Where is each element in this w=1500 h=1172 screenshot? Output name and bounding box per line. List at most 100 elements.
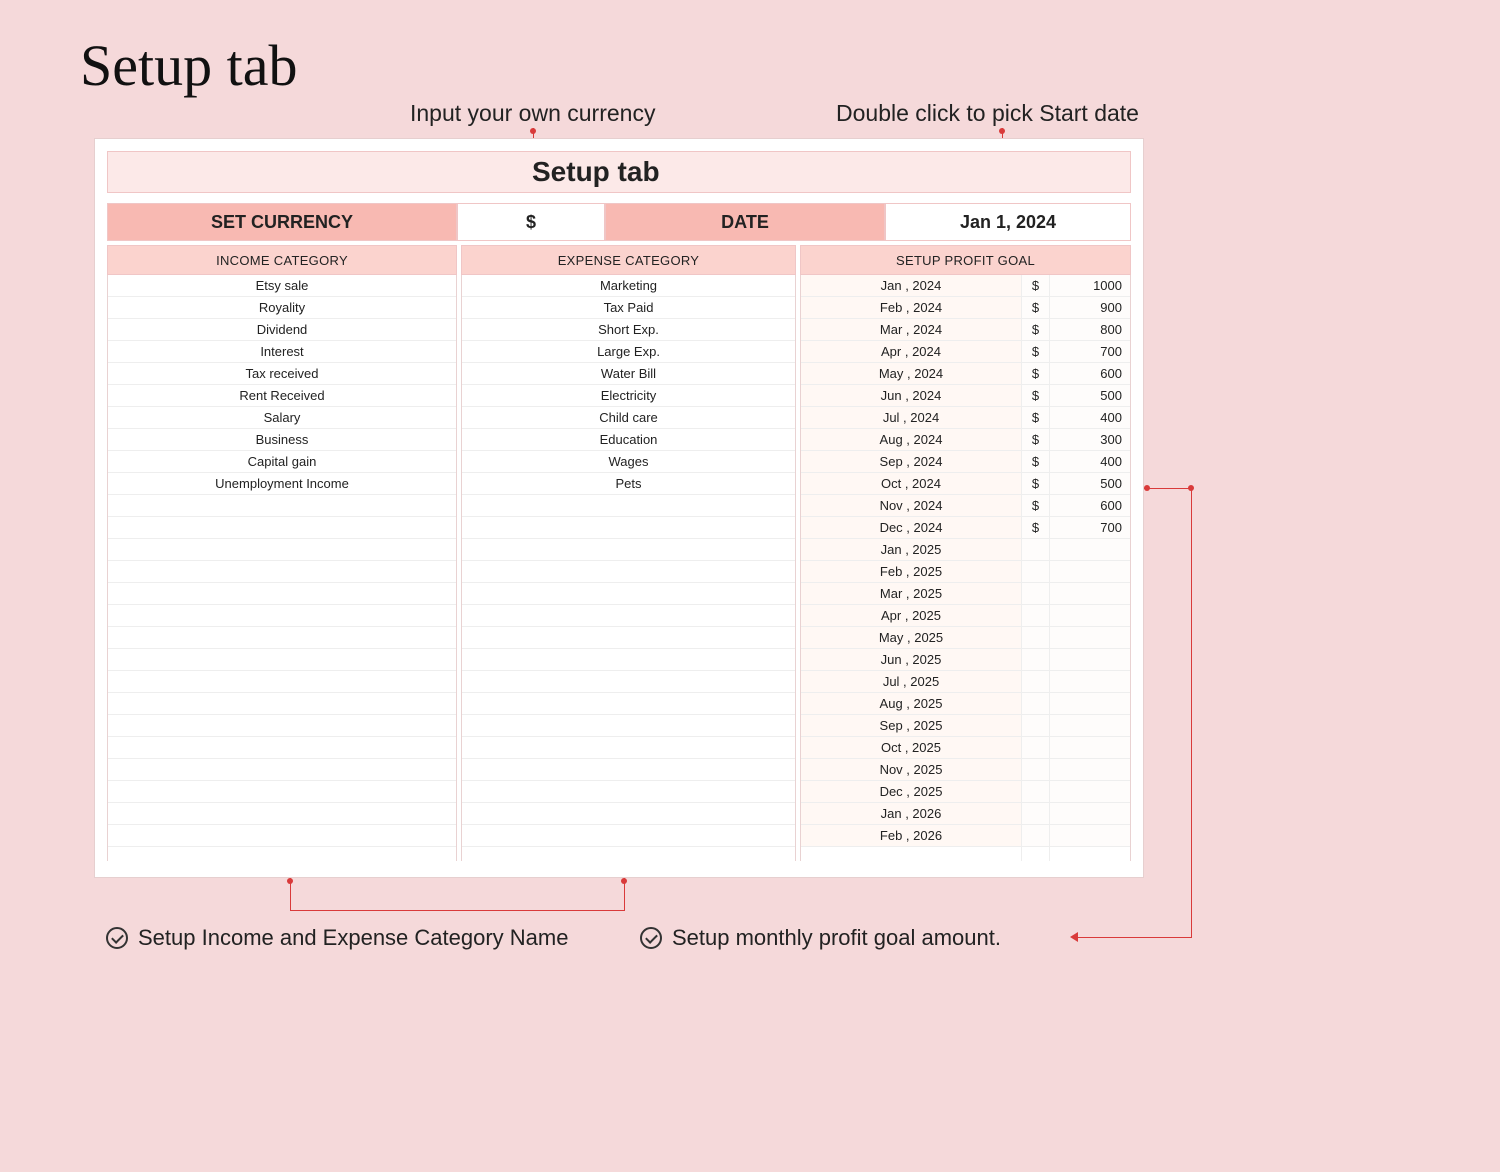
profit-value-cell[interactable] [1050,627,1130,649]
profit-value-cell[interactable] [1050,825,1130,847]
currency-input[interactable]: $ [457,203,605,241]
profit-month-cell: Jan , 2025 [801,539,1021,561]
income-category-cell[interactable] [108,583,456,605]
expense-category-cell[interactable] [462,759,795,781]
income-category-cell[interactable]: Capital gain [108,451,456,473]
income-category-cell[interactable] [108,561,456,583]
income-category-cell[interactable] [108,737,456,759]
expense-category-cell[interactable] [462,495,795,517]
income-category-cell[interactable] [108,803,456,825]
income-category-cell[interactable] [108,539,456,561]
start-date-input[interactable]: Jan 1, 2024 [885,203,1131,241]
expense-category-cell[interactable] [462,671,795,693]
expense-category-cell[interactable]: Wages [462,451,795,473]
profit-value-cell[interactable] [1050,759,1130,781]
profit-value-cell[interactable]: 1000 [1050,275,1130,297]
connector-line [1076,937,1192,938]
profit-month-cell: Feb , 2025 [801,561,1021,583]
expense-category-cell[interactable] [462,517,795,539]
profit-value-cell[interactable] [1050,803,1130,825]
profit-month-cell: Oct , 2025 [801,737,1021,759]
profit-value-cell[interactable] [1050,693,1130,715]
expense-category-cell[interactable] [462,539,795,561]
expense-category-cell[interactable] [462,649,795,671]
profit-value-cell[interactable]: 400 [1050,407,1130,429]
profit-symbol-cell: $ [1022,451,1049,473]
profit-value-cell[interactable] [1050,561,1130,583]
profit-month-cell: Jan , 2024 [801,275,1021,297]
profit-value-cell[interactable]: 300 [1050,429,1130,451]
income-category-cell[interactable] [108,759,456,781]
profit-value-cell[interactable] [1050,671,1130,693]
expense-category-cell[interactable]: Child care [462,407,795,429]
expense-category-cell[interactable]: Pets [462,473,795,495]
expense-category-cell[interactable]: Water Bill [462,363,795,385]
expense-category-cell[interactable] [462,583,795,605]
expense-category-cell[interactable] [462,627,795,649]
expense-category-cell[interactable]: Large Exp. [462,341,795,363]
profit-value-cell[interactable] [1050,737,1130,759]
profit-value-cell[interactable]: 600 [1050,363,1130,385]
profit-month-cell: Feb , 2024 [801,297,1021,319]
profit-symbol-cell [1022,715,1049,737]
profit-value-cell[interactable] [1050,781,1130,803]
profit-value-cell[interactable]: 700 [1050,517,1130,539]
income-category-cell[interactable]: Unemployment Income [108,473,456,495]
profit-symbol-cell [1022,693,1049,715]
income-category-cell[interactable] [108,671,456,693]
profit-value-cell[interactable]: 500 [1050,473,1130,495]
expense-category-cell[interactable]: Short Exp. [462,319,795,341]
expense-category-cell[interactable] [462,737,795,759]
connector-dot [1144,485,1150,491]
expense-category-cell[interactable] [462,825,795,847]
income-category-cell[interactable]: Rent Received [108,385,456,407]
check-circle-icon [106,927,128,949]
expense-category-cell[interactable] [462,561,795,583]
profit-month-cell: Feb , 2026 [801,825,1021,847]
income-category-cell[interactable] [108,627,456,649]
expense-category-cell[interactable]: Tax Paid [462,297,795,319]
profit-value-cell[interactable]: 900 [1050,297,1130,319]
income-category-cell[interactable]: Dividend [108,319,456,341]
income-category-cell[interactable]: Tax received [108,363,456,385]
income-category-cell[interactable] [108,693,456,715]
profit-symbol-cell [1022,561,1049,583]
profit-value-cell[interactable]: 700 [1050,341,1130,363]
expense-category-cell[interactable]: Electricity [462,385,795,407]
profit-value-cell[interactable] [1050,649,1130,671]
income-category-cell[interactable] [108,825,456,847]
profit-symbol-cell: $ [1022,385,1049,407]
profit-value-cell[interactable]: 800 [1050,319,1130,341]
connector-dot [530,128,536,134]
income-category-cell[interactable]: Salary [108,407,456,429]
note-profit-goal: Setup monthly profit goal amount. [640,925,1001,951]
expense-category-cell[interactable]: Education [462,429,795,451]
expense-category-cell[interactable] [462,715,795,737]
profit-value-cell[interactable] [1050,715,1130,737]
profit-value-cell[interactable]: 400 [1050,451,1130,473]
spreadsheet-panel: Setup tab SET CURRENCY $ DATE Jan 1, 202… [94,138,1144,878]
expense-category-cell[interactable] [462,803,795,825]
expense-category-cell[interactable]: Marketing [462,275,795,297]
profit-value-cell[interactable]: 600 [1050,495,1130,517]
profit-value-cell[interactable]: 500 [1050,385,1130,407]
profit-month-cell: Jul , 2024 [801,407,1021,429]
income-category-cell[interactable] [108,605,456,627]
income-category-cell[interactable]: Royality [108,297,456,319]
income-category-cell[interactable]: Business [108,429,456,451]
income-category-cell[interactable] [108,649,456,671]
profit-month-cell: Mar , 2024 [801,319,1021,341]
income-category-cell[interactable] [108,715,456,737]
profit-value-cell[interactable] [1050,583,1130,605]
income-category-cell[interactable] [108,517,456,539]
income-category-cell[interactable] [108,495,456,517]
expense-category-cell[interactable] [462,781,795,803]
profit-month-cell: Sep , 2024 [801,451,1021,473]
expense-category-cell[interactable] [462,605,795,627]
expense-category-cell[interactable] [462,693,795,715]
income-category-cell[interactable] [108,781,456,803]
income-category-cell[interactable]: Interest [108,341,456,363]
profit-value-cell[interactable] [1050,605,1130,627]
profit-value-cell[interactable] [1050,539,1130,561]
income-category-cell[interactable]: Etsy sale [108,275,456,297]
